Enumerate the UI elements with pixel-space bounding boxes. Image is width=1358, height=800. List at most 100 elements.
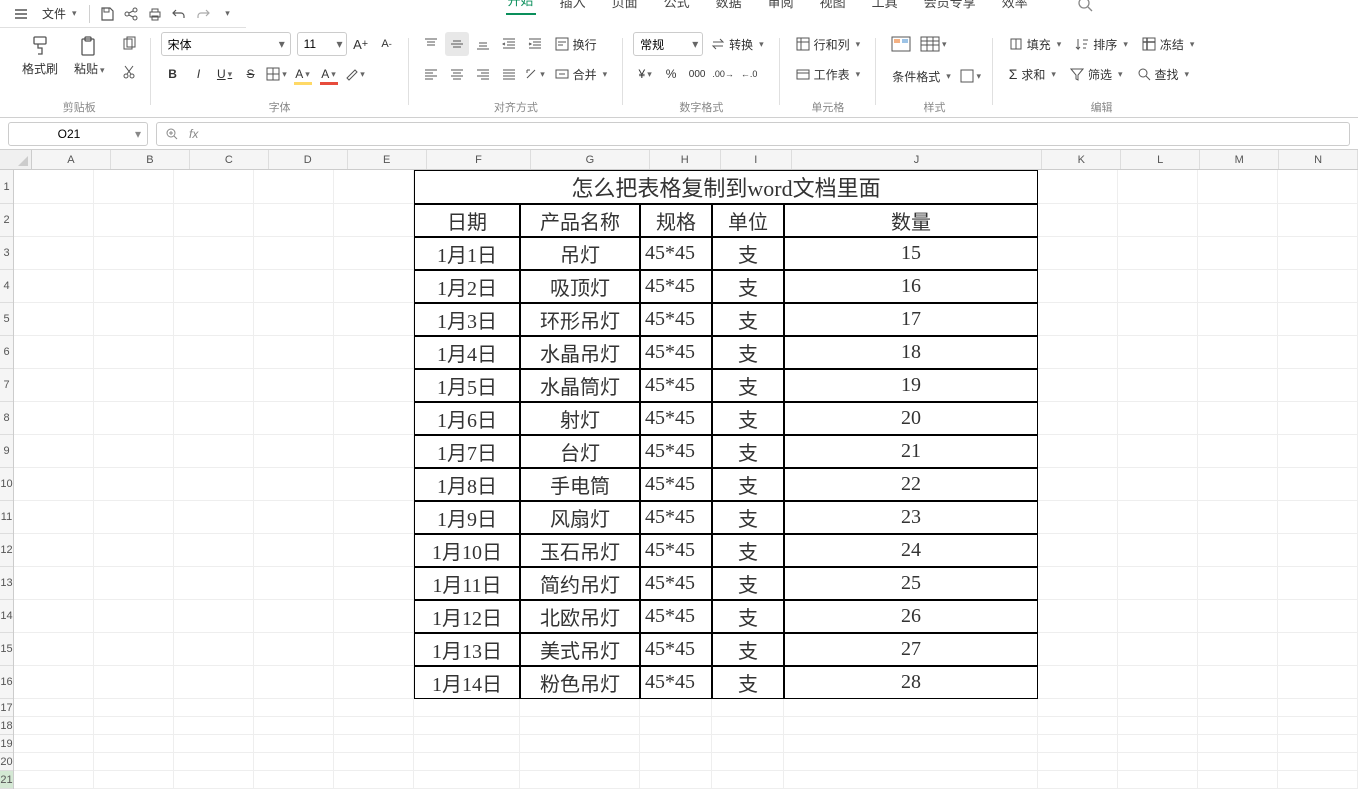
cell[interactable] — [14, 534, 94, 567]
cell[interactable] — [784, 753, 1038, 771]
cell[interactable] — [14, 204, 94, 237]
data-cell[interactable]: 20 — [784, 402, 1038, 435]
cell[interactable] — [1278, 699, 1358, 717]
data-cell[interactable]: 支 — [712, 600, 784, 633]
col-header-K[interactable]: K — [1042, 150, 1121, 169]
data-cell[interactable]: 19 — [784, 369, 1038, 402]
increase-indent-button[interactable] — [523, 32, 547, 56]
cell[interactable] — [1118, 237, 1198, 270]
cell[interactable] — [414, 717, 520, 735]
cell[interactable] — [1198, 666, 1278, 699]
cell[interactable] — [94, 771, 174, 789]
cell[interactable] — [334, 170, 414, 204]
align-center-button[interactable] — [445, 62, 469, 86]
cell[interactable] — [94, 204, 174, 237]
cell[interactable] — [520, 699, 640, 717]
tab-数据[interactable]: 数据 — [714, 0, 744, 15]
styles-gallery-button[interactable] — [886, 32, 916, 56]
cell[interactable] — [1198, 170, 1278, 204]
cell[interactable] — [334, 402, 414, 435]
cell[interactable] — [414, 699, 520, 717]
cell[interactable] — [334, 435, 414, 468]
data-cell[interactable]: 射灯 — [520, 402, 640, 435]
cell[interactable] — [254, 753, 334, 771]
italic-button[interactable]: I — [187, 62, 211, 86]
cell[interactable] — [1198, 303, 1278, 336]
data-cell[interactable]: 1月12日 — [414, 600, 520, 633]
cell[interactable] — [1118, 735, 1198, 753]
cell[interactable] — [14, 567, 94, 600]
decrease-font-button[interactable]: A- — [375, 32, 399, 56]
cell[interactable] — [1278, 534, 1358, 567]
cell[interactable] — [14, 771, 94, 789]
data-cell[interactable]: 24 — [784, 534, 1038, 567]
cell[interactable] — [1278, 717, 1358, 735]
data-cell[interactable]: 1月4日 — [414, 336, 520, 369]
cell[interactable] — [94, 735, 174, 753]
data-cell[interactable]: 1月7日 — [414, 435, 520, 468]
data-cell[interactable]: 26 — [784, 600, 1038, 633]
wrap-text-button[interactable]: 换行 — [549, 32, 603, 56]
number-format-combo[interactable]: ▾ — [633, 32, 703, 56]
cell[interactable] — [1118, 170, 1198, 204]
cell[interactable] — [1118, 699, 1198, 717]
cell[interactable] — [1118, 435, 1198, 468]
cell[interactable] — [1038, 699, 1118, 717]
cell[interactable] — [1038, 336, 1118, 369]
cell[interactable] — [1038, 753, 1118, 771]
cell[interactable] — [174, 170, 254, 204]
tab-会员专享[interactable]: 会员专享 — [922, 0, 978, 15]
paste-button[interactable]: 粘贴▾ — [70, 32, 109, 79]
data-cell[interactable]: 简约吊灯 — [520, 567, 640, 600]
cell[interactable] — [14, 270, 94, 303]
cell[interactable] — [1198, 336, 1278, 369]
row-header[interactable]: 19 — [0, 735, 13, 753]
cell[interactable] — [1118, 402, 1198, 435]
cell[interactable] — [174, 666, 254, 699]
col-header-G[interactable]: G — [531, 150, 649, 169]
data-cell[interactable]: 1月9日 — [414, 501, 520, 534]
header-cell[interactable]: 数量 — [784, 204, 1038, 237]
data-cell[interactable]: 1月8日 — [414, 468, 520, 501]
cell[interactable] — [14, 501, 94, 534]
cell[interactable] — [14, 369, 94, 402]
cell[interactable] — [254, 666, 334, 699]
cell[interactable] — [254, 402, 334, 435]
cell[interactable] — [334, 567, 414, 600]
cell[interactable] — [254, 633, 334, 666]
cell[interactable] — [254, 336, 334, 369]
cell-style-button[interactable]: ▾ — [959, 64, 983, 88]
select-all-corner[interactable] — [0, 150, 32, 169]
conditional-format-button[interactable]: 条件格式▾ — [886, 64, 957, 88]
cell[interactable] — [1118, 270, 1198, 303]
cell[interactable] — [174, 501, 254, 534]
data-cell[interactable]: 45*45 — [640, 336, 712, 369]
data-cell[interactable]: 支 — [712, 633, 784, 666]
cell[interactable] — [94, 501, 174, 534]
cell[interactable] — [14, 435, 94, 468]
cell[interactable] — [1198, 534, 1278, 567]
data-cell[interactable]: 45*45 — [640, 600, 712, 633]
cell[interactable] — [14, 170, 94, 204]
cell[interactable] — [14, 735, 94, 753]
cell[interactable] — [1278, 735, 1358, 753]
cell[interactable] — [1278, 468, 1358, 501]
cell[interactable] — [640, 699, 712, 717]
cell[interactable] — [174, 753, 254, 771]
data-cell[interactable]: 45*45 — [640, 402, 712, 435]
row-header[interactable]: 11 — [0, 501, 13, 534]
cell[interactable] — [1118, 204, 1198, 237]
data-cell[interactable]: 台灯 — [520, 435, 640, 468]
cell[interactable] — [334, 270, 414, 303]
cell[interactable] — [1198, 771, 1278, 789]
tab-效率[interactable]: 效率 — [1000, 0, 1030, 15]
justify-button[interactable] — [497, 62, 521, 86]
col-header-H[interactable]: H — [650, 150, 721, 169]
header-cell[interactable]: 规格 — [640, 204, 712, 237]
cell[interactable] — [254, 270, 334, 303]
row-header[interactable]: 12 — [0, 534, 13, 567]
col-header-N[interactable]: N — [1279, 150, 1358, 169]
data-cell[interactable]: 27 — [784, 633, 1038, 666]
cell[interactable] — [334, 468, 414, 501]
cell[interactable] — [14, 237, 94, 270]
